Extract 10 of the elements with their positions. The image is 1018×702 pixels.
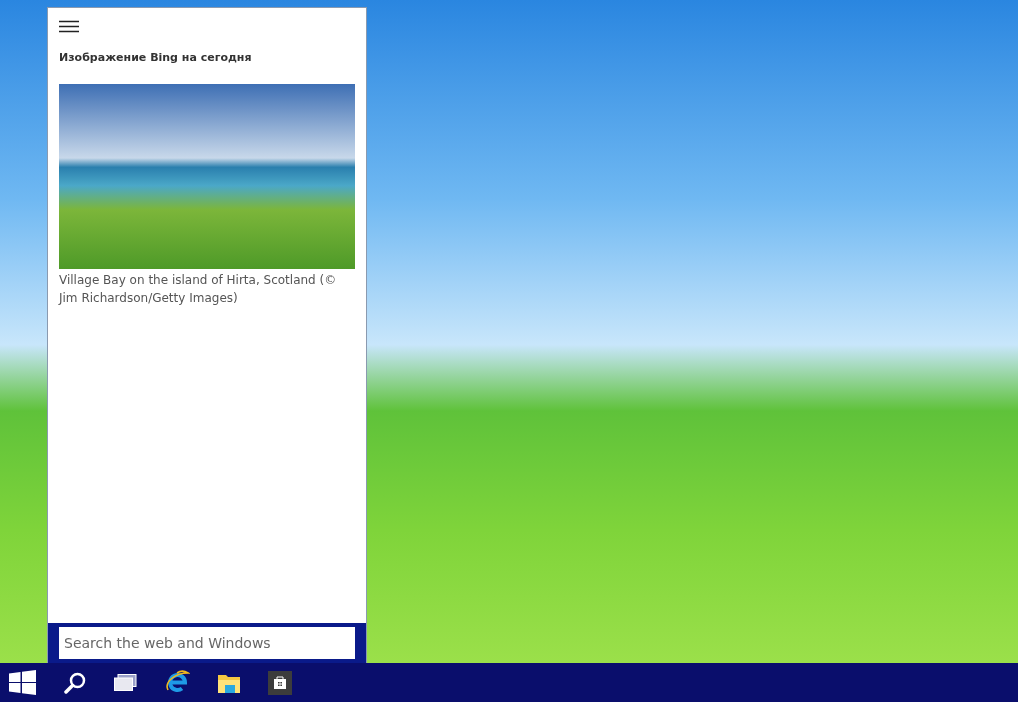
browser-icon[interactable] [165,670,190,695]
photo-placeholder[interactable] [59,84,355,269]
store-icon[interactable] [268,670,292,695]
section-heading: Изображение Bing на сегодня [59,51,252,64]
search-icon[interactable] [64,671,86,694]
start-icon[interactable] [9,670,36,695]
menu-icon[interactable] [59,20,79,33]
image-caption: Village Bay on the island of Hirta, Scotland (© Jim Richardson/Getty Images) [59,272,338,307]
task-view-icon[interactable] [114,674,137,691]
search-field[interactable]: Search the web and Windows [59,627,355,659]
